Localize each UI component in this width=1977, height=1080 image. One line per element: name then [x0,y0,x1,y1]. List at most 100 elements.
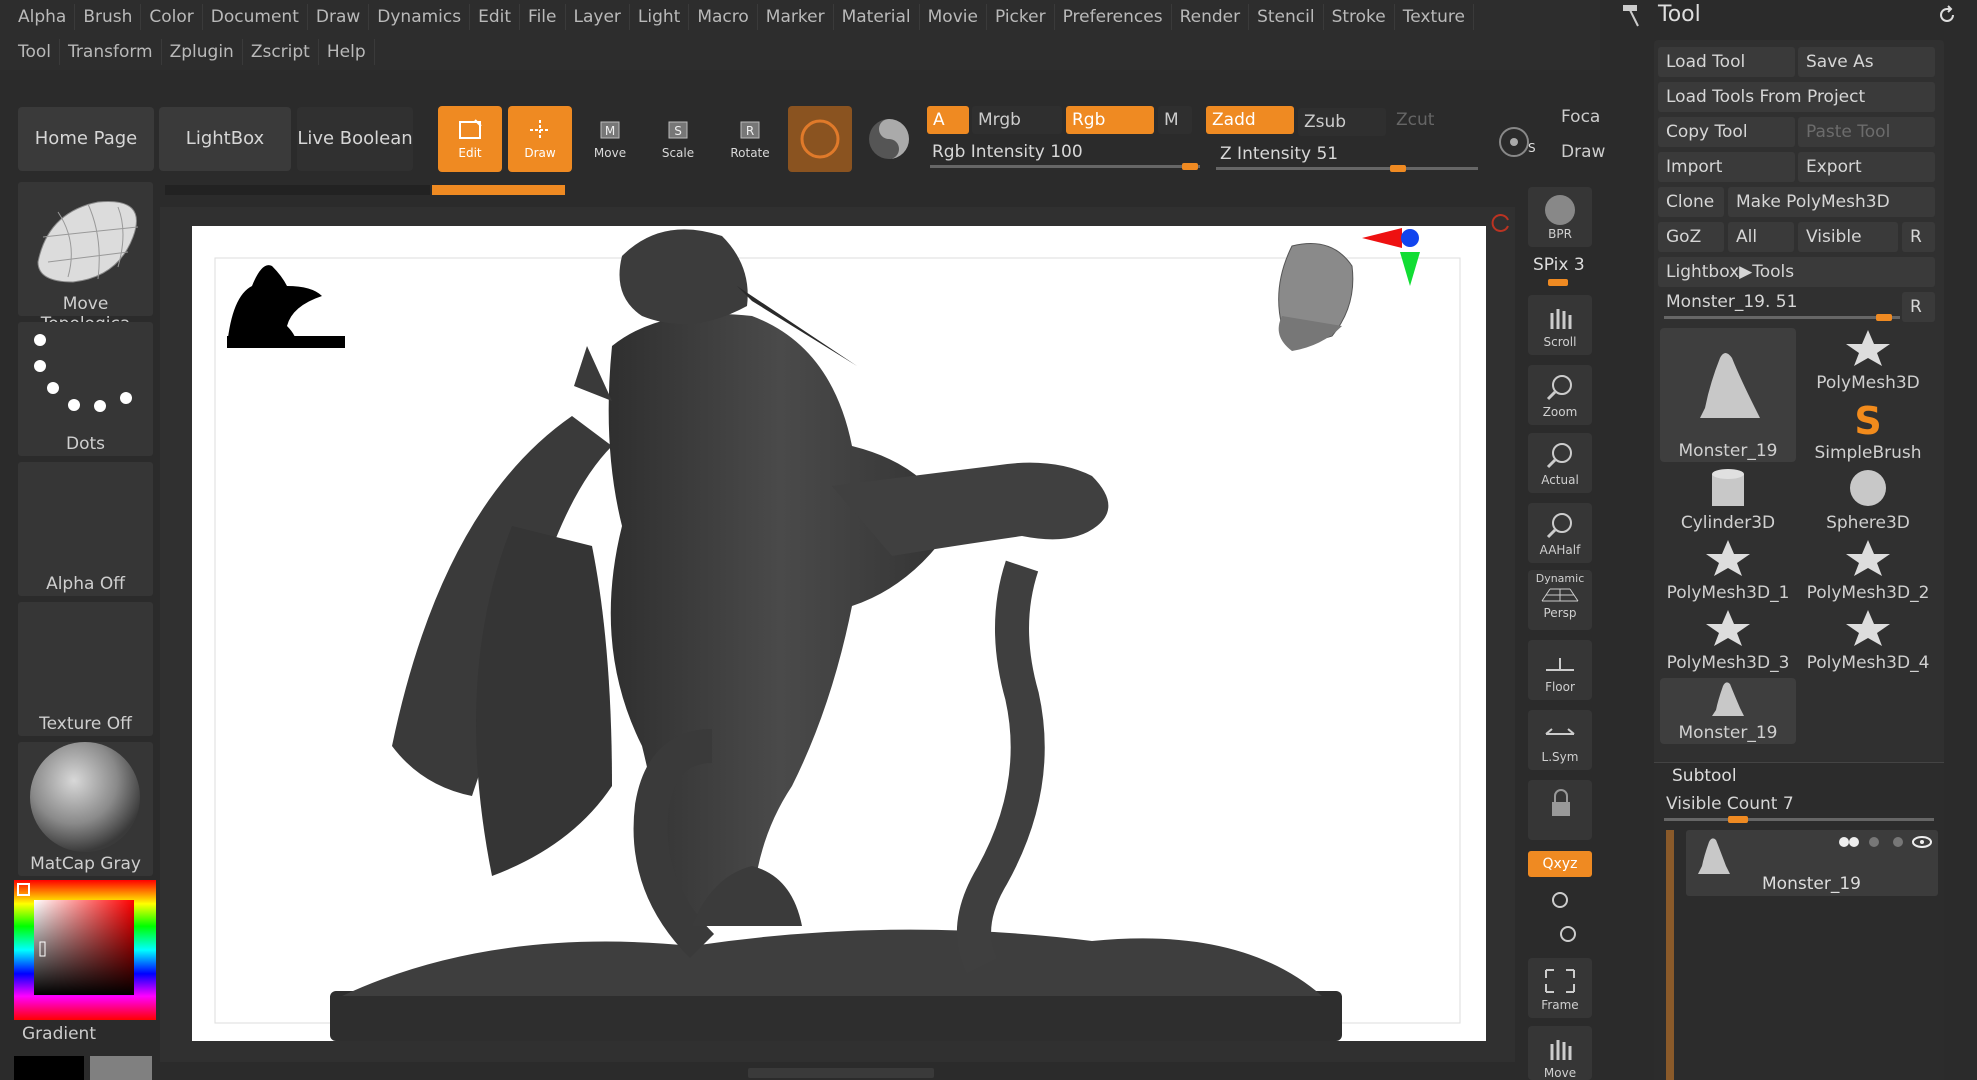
canvas-refresh-icon[interactable] [1490,212,1512,234]
zsub-toggle[interactable]: Zsub [1298,108,1386,136]
load-tools-from-project-button[interactable]: Load Tools From Project [1658,82,1935,112]
load-tool-button[interactable]: Load Tool [1658,47,1795,77]
alpha-slot[interactable]: Alpha Off [18,462,153,596]
clone-button[interactable]: Clone [1658,187,1724,217]
goz-r-button[interactable]: R [1902,222,1935,252]
z-intensity-track[interactable] [1216,167,1478,170]
menu-picker[interactable]: Picker [987,4,1055,30]
tool-thumb-polymesh3d-4[interactable]: PolyMesh3D_4 [1800,608,1936,674]
lightbox-tools-button[interactable]: Lightbox▶Tools [1658,257,1935,287]
goz-button[interactable]: GoZ [1658,222,1724,252]
tool-thumb-monster-19-recent[interactable]: Monster_19 [1660,678,1796,744]
actual-size-button[interactable]: Actual [1528,433,1592,493]
goz-all-button[interactable]: All [1728,222,1794,252]
tool-thumb-cylinder3d[interactable]: Cylinder3D [1660,468,1796,534]
rgb-toggle[interactable]: Rgb [1066,106,1154,134]
palette-refresh-icon[interactable] [1936,4,1958,26]
menu-help[interactable]: Help [319,39,375,65]
import-button[interactable]: Import [1658,152,1795,182]
menu-draw[interactable]: Draw [308,4,370,30]
sculpt-material-button[interactable] [788,106,852,172]
floor-button[interactable]: Floor [1528,640,1592,700]
rotate-mode-button[interactable]: R Rotate [718,106,782,172]
menu-light[interactable]: Light [630,4,690,30]
menu-zscript[interactable]: Zscript [243,39,319,65]
draw-mode-button[interactable]: Draw [508,106,572,172]
save-as-button[interactable]: Save As [1798,47,1935,77]
move-view-button[interactable]: Move [1528,1026,1592,1080]
document-canvas[interactable] [192,226,1486,1041]
edit-mode-button[interactable]: Edit [438,106,502,172]
goz-visible-button[interactable]: Visible [1798,222,1898,252]
export-button[interactable]: Export [1798,152,1935,182]
menu-texture[interactable]: Texture [1395,4,1474,30]
tool-thumb-polymesh3d-1[interactable]: PolyMesh3D_1 [1660,538,1796,604]
menu-file[interactable]: File [520,4,566,30]
m-toggle[interactable]: M [1158,106,1192,134]
tool-thumb-polymesh3d-3[interactable]: PolyMesh3D_3 [1660,608,1796,674]
home-page-button[interactable]: Home Page [18,107,154,171]
menu-alpha[interactable]: Alpha [10,4,76,30]
tool-thumb-polymesh3d[interactable]: PolyMesh3D [1800,328,1936,394]
a-toggle[interactable]: A [927,106,969,134]
current-tool-r-button[interactable]: R [1902,292,1935,322]
menu-preferences[interactable]: Preferences [1055,4,1172,30]
menu-zplugin[interactable]: Zplugin [162,39,243,65]
secondary-color-swatch[interactable] [90,1056,152,1080]
tool-thumb-simplebrush[interactable]: S SimpleBrush [1800,398,1936,464]
local-symmetry-button[interactable]: L.Sym [1528,710,1592,770]
focal-shift-icon[interactable]: S [1494,118,1538,162]
subtool-scrollbar[interactable] [1666,830,1674,1080]
transp-lock-button[interactable] [1528,780,1592,840]
menu-stroke[interactable]: Stroke [1324,4,1395,30]
stroke-slot[interactable]: Dots [18,322,153,456]
menu-edit[interactable]: Edit [470,4,521,30]
menu-macro[interactable]: Macro [689,4,758,30]
tool-thumb-sphere3d[interactable]: Sphere3D [1800,468,1936,534]
bpr-render-button[interactable]: BPR [1528,187,1592,247]
texture-slot[interactable]: Texture Off [18,602,153,736]
menu-color[interactable]: Color [141,4,203,30]
subtool-title[interactable]: Subtool [1672,766,1737,786]
current-tool-slider-track[interactable] [1664,316,1900,319]
rgb-intensity-handle[interactable] [1182,163,1198,170]
scale-mode-button[interactable]: S Scale [648,106,708,172]
current-tool-slider-handle[interactable] [1876,314,1892,321]
zoom-button[interactable]: Zoom [1528,365,1592,425]
z-intensity-handle[interactable] [1390,165,1406,172]
visible-count-track[interactable] [1664,818,1934,821]
brush-slot[interactable]: Move Topologica [18,182,153,334]
menu-marker[interactable]: Marker [758,4,834,30]
menu-brush[interactable]: Brush [75,4,142,30]
move-mode-button[interactable]: M Move [580,106,640,172]
menu-stencil[interactable]: Stencil [1249,4,1324,30]
perspective-button[interactable]: Dynamic Persp [1528,570,1592,630]
menu-material[interactable]: Material [834,4,920,30]
zcut-toggle[interactable]: Zcut [1390,106,1470,134]
scroll-button[interactable]: Scroll [1528,295,1592,355]
tool-palette-header[interactable]: Tool [1600,0,1977,32]
menu-document[interactable]: Document [203,4,308,30]
rgb-intensity-track[interactable] [930,165,1200,168]
lightbox-button[interactable]: LightBox [159,107,291,171]
menu-dynamics[interactable]: Dynamics [369,4,471,30]
visible-count-handle[interactable] [1728,816,1748,823]
aahalf-button[interactable]: AAHalf [1528,503,1592,563]
menu-render[interactable]: Render [1172,4,1250,30]
zadd-toggle[interactable]: Zadd [1206,106,1294,134]
rotate-z-icon[interactable] [1556,922,1580,946]
frame-button[interactable]: Frame [1528,958,1592,1018]
menu-transform[interactable]: Transform [60,39,162,65]
menu-tool[interactable]: Tool [10,39,61,65]
material-sphere-icon[interactable] [866,114,912,164]
paste-tool-button[interactable]: Paste Tool [1798,117,1935,147]
subtool-item[interactable]: Monster_19 [1686,830,1938,896]
tool-thumb-monster-19[interactable]: Monster_19 [1660,328,1796,462]
rotate-y-icon[interactable] [1548,888,1572,912]
material-slot[interactable]: MatCap Gray [18,742,153,876]
make-polymesh-button[interactable]: Make PolyMesh3D [1728,187,1935,217]
color-picker[interactable] [14,880,156,1020]
menu-movie[interactable]: Movie [920,4,987,30]
mrgb-toggle[interactable]: Mrgb [972,106,1062,134]
spix-slider-handle[interactable] [1548,279,1568,286]
